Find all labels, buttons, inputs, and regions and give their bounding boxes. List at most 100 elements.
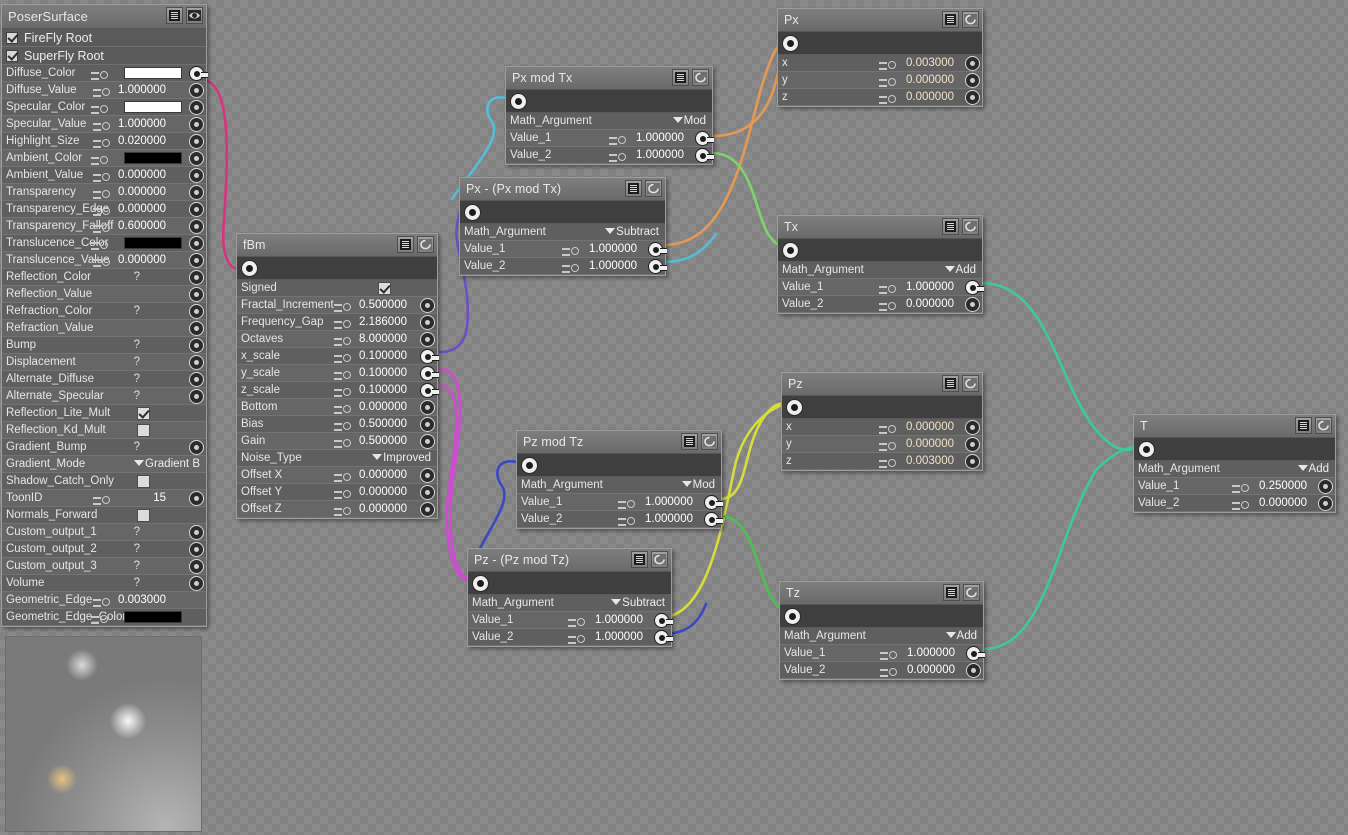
node-tx-row[interactable]: Value_2 0.000000 [778,296,982,313]
surface-param-row-value[interactable]: 0.000000 [118,167,166,184]
node-fbm-titlebar[interactable]: fBm [237,234,437,257]
node-px-titlebar[interactable]: Px [778,9,982,32]
node-px-mod-tx[interactable]: Px mod Tx Math_Argument Mod Value_1 1.000000… [505,66,714,165]
node-px-minus-row[interactable]: Math_Argument Subtract [460,224,665,241]
output-socket[interactable] [189,219,204,234]
output-socket-connected[interactable] [966,646,985,661]
node-input-plug-icon[interactable] [782,241,799,259]
list-icon[interactable] [942,218,959,235]
output-socket[interactable] [965,437,980,452]
poser-surface-titlebar[interactable]: PoserSurface [2,5,206,29]
node-fbm-row[interactable]: Offset Z 0.000000 [237,501,437,518]
refresh-preview-icon[interactable] [417,236,434,253]
node-fbm-row[interactable]: Signed [237,280,437,297]
surface-param-row[interactable]: Ambient_Color [2,150,206,167]
refresh-preview-icon[interactable] [651,551,668,568]
output-socket[interactable] [189,372,204,387]
surface-param-row[interactable]: Diffuse_Value 1.000000 [2,82,206,99]
node-px-minus-row[interactable]: Value_1 1.000000 [460,241,667,258]
surface-param-row[interactable]: Reflection_Lite_Mult [2,405,206,422]
output-socket-connected[interactable] [965,280,984,295]
list-icon[interactable] [942,11,959,28]
surface-param-row[interactable]: Bump? [2,337,206,354]
node-pz-minus-row[interactable]: Math_Argument Subtract [468,595,671,612]
surface-param-color-swatch[interactable] [124,237,182,249]
surface-param-row[interactable]: Specular_Color [2,99,206,116]
output-socket-connected[interactable] [704,495,723,510]
node-px-row[interactable]: x 0.003000 [778,55,982,72]
node-tz-input-row[interactable] [780,605,983,628]
surface-param-row[interactable]: Geometric_Edge 0.003000 [2,592,206,609]
output-socket[interactable] [189,236,204,251]
node-pz-mod-tz-row-value[interactable]: 1.000000 [645,494,693,511]
node-pz-mod-tz-titlebar[interactable]: Pz mod Tz [517,431,721,454]
output-socket[interactable] [189,134,204,149]
output-socket[interactable] [189,270,204,285]
node-fbm-row[interactable]: Gain 0.500000 [237,433,437,450]
output-socket-connected[interactable] [189,66,208,81]
node-px-minus-titlebar[interactable]: Px - (Px mod Tx) [460,178,665,201]
material-preview-thumbnail[interactable] [5,636,202,832]
output-socket-connected[interactable] [695,148,714,163]
node-px-row[interactable]: z 0.000000 [778,89,982,106]
output-socket[interactable] [189,287,204,302]
node-px-minus-row-value[interactable]: 1.000000 [589,258,637,275]
surface-param-checkbox[interactable] [137,475,150,488]
root-item-1[interactable]: SuperFly Root [2,47,206,65]
output-socket[interactable] [189,168,204,183]
refresh-preview-icon[interactable] [1315,417,1332,434]
output-socket-connected[interactable] [704,512,723,527]
output-socket[interactable] [965,297,980,312]
refresh-preview-icon[interactable] [962,375,979,392]
node-input-plug-icon[interactable] [521,456,538,474]
node-pz[interactable]: Pz x 0.000000 y 0.000000 z 0.003000 [781,372,983,471]
node-fbm-row-value[interactable]: 0.100000 [359,365,407,382]
node-pz-row-value[interactable]: 0.000000 [906,436,954,453]
node-px-mod-tx-row[interactable]: Math_Argument Mod [506,113,712,130]
surface-param-row[interactable]: Transparency_Falloff 0.600000 [2,218,206,235]
refresh-preview-icon[interactable] [963,584,980,601]
node-t-row-value[interactable]: 0.250000 [1259,478,1307,495]
surface-param-color-swatch[interactable] [124,152,182,164]
node-fbm-row-value[interactable]: 2.186000 [359,314,407,331]
surface-param-row[interactable]: Gradient_Mode Gradient B [2,456,206,473]
surface-param-row[interactable]: ToonID 15 [2,490,206,507]
node-fbm-input-row[interactable] [237,257,437,280]
node-pz-input-row[interactable] [782,396,982,419]
node-input-plug-icon[interactable] [786,398,803,416]
node-fbm-row-value[interactable]: 0.000000 [359,467,407,484]
surface-param-color-swatch[interactable] [124,101,182,113]
output-socket[interactable] [189,355,204,370]
output-socket[interactable] [189,253,204,268]
surface-param-row-value[interactable]: 0.020000 [118,133,166,150]
node-pz-minus-row-value[interactable]: 1.000000 [595,629,643,646]
output-socket[interactable] [189,440,204,455]
surface-param-color-swatch[interactable] [124,67,182,79]
node-fbm-row[interactable]: Bias 0.500000 [237,416,437,433]
node-px-row-value[interactable]: 0.003000 [906,55,954,72]
node-px-row-value[interactable]: 0.000000 [906,72,954,89]
output-socket[interactable] [189,389,204,404]
node-fbm-row-value[interactable]: 0.100000 [359,348,407,365]
surface-param-row[interactable]: Refraction_Color? [2,303,206,320]
node-px-mod-tx-row[interactable]: Value_2 1.000000 [506,147,714,164]
surface-param-row[interactable]: Translucence_Color [2,235,206,252]
output-socket[interactable] [189,338,204,353]
surface-param-row-value[interactable]: 0.003000 [118,592,166,609]
node-fbm-row[interactable]: Octaves 8.000000 [237,331,437,348]
node-t-row-value[interactable]: 0.000000 [1259,495,1307,512]
node-tz-row[interactable]: Value_1 1.000000 [780,645,985,662]
output-socket[interactable] [189,491,204,506]
node-px-minus-row-value[interactable]: 1.000000 [589,241,637,258]
refresh-preview-icon[interactable] [962,11,979,28]
output-socket[interactable] [189,185,204,200]
surface-param-row[interactable]: Reflection_Value [2,286,206,303]
node-pz-minus-row[interactable]: Value_2 1.000000 [468,629,673,646]
node-pz-minus-dropdown[interactable]: Subtract [611,595,665,612]
refresh-preview-icon[interactable] [701,433,718,450]
output-socket[interactable] [965,56,980,71]
node-fbm-row-value[interactable]: 8.000000 [359,331,407,348]
output-socket-connected[interactable] [420,366,439,381]
node-fbm[interactable]: fBm Signed Fractal_Increment 0.500000 Freque… [236,233,439,519]
node-fbm-row-value[interactable]: 0.500000 [359,416,407,433]
